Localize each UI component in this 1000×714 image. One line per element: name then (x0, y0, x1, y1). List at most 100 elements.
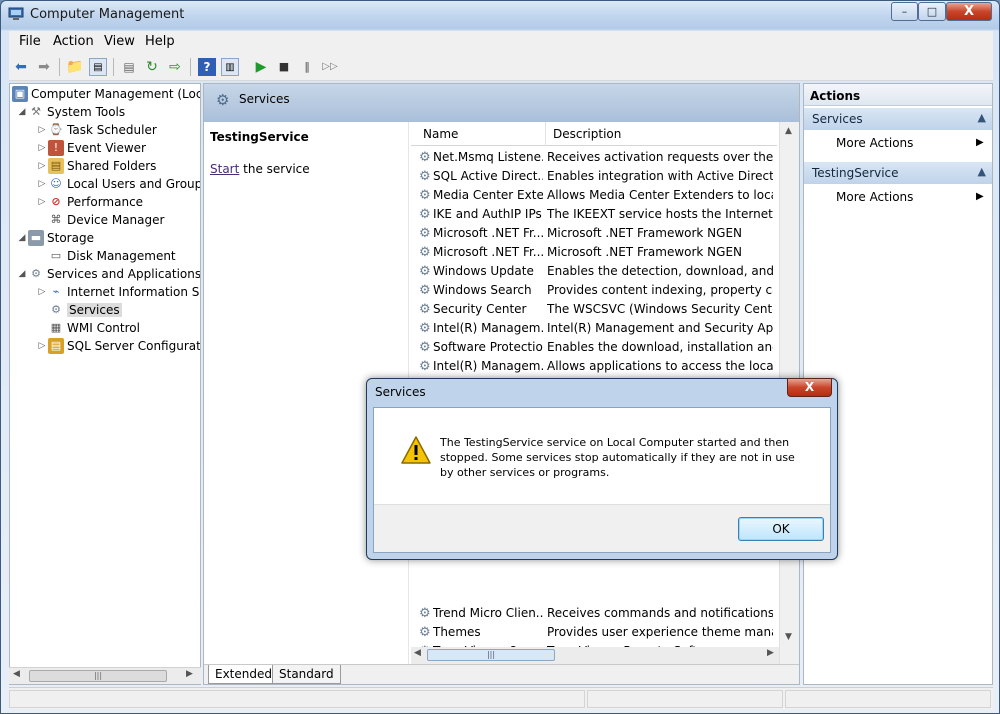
gear-icon: ⚙ (419, 188, 431, 203)
service-description: Allows Media Center Extenders to locat..… (547, 188, 773, 202)
expand-arrow-icon[interactable]: ▷ (36, 125, 48, 135)
service-name: IKE and AuthIP IPs... (433, 207, 543, 221)
maximize-button[interactable]: □ (918, 2, 946, 21)
tree-item-sql-config[interactable]: ▷ ▤ SQL Server Configuratic (36, 338, 200, 356)
service-row[interactable]: ⚙ Intel(R) Managem... Intel(R) Management … (411, 319, 777, 338)
close-button[interactable]: X (946, 2, 992, 21)
tree-item-services[interactable]: ⚙ Services (36, 302, 122, 320)
service-row[interactable]: ⚙ Trend Micro Clien... Receives commands a… (411, 604, 777, 623)
column-header-description[interactable]: Description (553, 127, 621, 141)
stop-service-icon[interactable]: ■ (275, 58, 293, 76)
service-row[interactable]: ⚙ IKE and AuthIP IPs... The IKEEXT service… (411, 205, 777, 224)
tree-item-local-users[interactable]: ▷ ☺ Local Users and Groups (36, 176, 200, 194)
service-row[interactable]: ⚙ Themes Provides user experience theme ma… (411, 623, 777, 642)
service-row[interactable]: ⚙Media Center Exte... Allows Media Center… (411, 186, 777, 205)
expand-arrow-icon[interactable]: ▷ (36, 161, 48, 171)
tree-item-system-tools[interactable]: ◢ ⚒ System Tools (16, 104, 126, 122)
restart-service-icon[interactable]: ▷▷ (321, 58, 339, 76)
minimize-button[interactable]: – (891, 2, 918, 21)
show-hide-action-pane-icon[interactable]: ▥ (221, 58, 239, 76)
expand-arrow-icon[interactable]: ▷ (36, 143, 48, 153)
expand-arrow-icon[interactable]: ▷ (36, 179, 48, 189)
dialog-close-button[interactable]: X (787, 378, 832, 397)
iis-icon: ⌁ (52, 285, 60, 298)
help-icon[interactable]: ? (198, 58, 216, 76)
pause-service-icon[interactable]: ‖ (298, 58, 316, 76)
collapse-caret-icon[interactable]: ▲ (978, 165, 986, 178)
scroll-right-arrow-icon[interactable]: ▶ (767, 648, 774, 658)
export-list-icon[interactable]: ⇨ (166, 58, 184, 76)
service-row[interactable]: ⚙ Microsoft .NET Fr... Microsoft .NET Fram… (411, 224, 777, 243)
scroll-down-arrow-icon[interactable]: ▼ (785, 632, 792, 642)
gear-icon: ⚙ (419, 169, 431, 184)
service-name: Microsoft .NET Fr... (433, 226, 543, 240)
back-arrow-icon[interactable]: ⬅ (12, 58, 30, 76)
tree-item-shared-folders[interactable]: ▷ ▤ Shared Folders (36, 158, 156, 176)
warning-icon (401, 436, 431, 464)
dialog-title: Services (375, 385, 426, 399)
service-name: Media Center Exte... (433, 188, 543, 202)
properties-icon[interactable]: ▤ (120, 58, 138, 76)
service-row[interactable]: ⚙ Intel(R) Managem... Allows applications … (411, 357, 777, 376)
scroll-thumb[interactable]: ||| (29, 670, 167, 682)
collapse-arrow-icon[interactable]: ◢ (16, 233, 28, 243)
scroll-right-arrow-icon[interactable]: ▶ (186, 669, 193, 679)
event-viewer-icon: ! (48, 140, 64, 156)
service-row[interactable]: ⚙ Security Center The WSCSVC (Windows Secu… (411, 300, 777, 319)
scroll-left-arrow-icon[interactable]: ◀ (414, 648, 421, 658)
services-horizontal-scrollbar[interactable]: ◀ ||| ▶ (411, 647, 779, 664)
tree-item-task-scheduler[interactable]: ▷ ⌚ Task Scheduler (36, 122, 157, 140)
expand-arrow-icon[interactable]: ▷ (36, 197, 48, 207)
menu-help[interactable]: Help (145, 34, 175, 49)
service-row[interactable]: ⚙ Windows Update Enables the detection, do… (411, 262, 777, 281)
window-title: Computer Management (30, 7, 185, 22)
service-row[interactable]: ⚙ Software Protection Enables the download… (411, 338, 777, 357)
service-row[interactable]: ⚙ Microsoft .NET Fr... Microsoft .NET Fram… (411, 243, 777, 262)
service-name: Net.Msmq Listene... (433, 150, 543, 164)
toolbar: ⬅ ➡ 📁 ▤ ▤ ↻ ⇨ ? ▥ ▶ ■ ‖ ▷▷ (9, 53, 993, 81)
tree-item-computer-management[interactable]: ▣ Computer Management (Local (12, 86, 200, 104)
up-folder-icon[interactable]: 📁 (66, 58, 84, 76)
tree-item-device-manager[interactable]: ⌘ Device Manager (36, 212, 165, 230)
title-bar[interactable]: Computer Management – □ X (1, 1, 999, 29)
scroll-up-arrow-icon[interactable]: ▲ (785, 126, 792, 136)
actions-section-testingservice[interactable]: TestingService ▲ (804, 162, 992, 184)
more-actions-services[interactable]: More Actions (836, 136, 913, 150)
service-name: SQL Active Direct... (433, 169, 543, 183)
tab-extended[interactable]: Extended (208, 665, 279, 684)
service-row[interactable]: ⚙ Net.Msmq Listene... Receives activation … (411, 148, 777, 167)
tree-item-event-viewer[interactable]: ▷! Event Viewer (36, 140, 146, 158)
collapse-arrow-icon[interactable]: ◢ (16, 269, 28, 279)
actions-section-services[interactable]: Services ▲ (804, 108, 992, 130)
tree-item-disk-management[interactable]: ▭ Disk Management (36, 248, 176, 266)
service-row[interactable]: ⚙ Windows Search Provides content indexing… (411, 281, 777, 300)
gear-icon: ⚙ (419, 606, 431, 621)
tree-item-wmi-control[interactable]: ▦ WMI Control (36, 320, 140, 338)
expand-arrow-icon[interactable]: ▷ (36, 287, 48, 297)
start-service-link[interactable]: Start (210, 162, 239, 176)
tree-item-iis[interactable]: ▷ ⌁ Internet Information Ser (36, 284, 200, 302)
tree-item-storage[interactable]: ◢ ▬ Storage (16, 230, 94, 248)
collapse-arrow-icon[interactable]: ◢ (16, 107, 28, 117)
menu-action[interactable]: Action (53, 34, 94, 49)
menu-file[interactable]: File (19, 34, 41, 49)
scroll-left-arrow-icon[interactable]: ◀ (13, 669, 20, 679)
tree-item-services-applications[interactable]: ◢ ⚙ Services and Applications (16, 266, 200, 284)
tree-horizontal-scrollbar[interactable]: ◀ ||| ▶ (9, 667, 201, 684)
tab-standard[interactable]: Standard (272, 665, 341, 684)
refresh-icon[interactable]: ↻ (143, 58, 161, 76)
more-actions-testingservice[interactable]: More Actions (836, 190, 913, 204)
scroll-thumb[interactable]: ||| (427, 649, 555, 661)
tree-item-performance[interactable]: ▷ ⊘ Performance (36, 194, 144, 212)
ok-button[interactable]: OK (738, 517, 824, 541)
column-header-name[interactable]: Name (423, 127, 458, 141)
menu-view[interactable]: View (104, 34, 135, 49)
service-row[interactable]: ⚙ SQL Active Direct... Enables integration… (411, 167, 777, 186)
gear-icon: ⚙ (419, 226, 431, 241)
start-service-icon[interactable]: ▶ (252, 58, 270, 76)
service-name: Themes (433, 625, 481, 639)
show-hide-tree-icon[interactable]: ▤ (89, 58, 107, 76)
collapse-caret-icon[interactable]: ▲ (978, 111, 986, 124)
expand-arrow-icon[interactable]: ▷ (36, 341, 48, 351)
forward-arrow-icon[interactable]: ➡ (35, 58, 53, 76)
